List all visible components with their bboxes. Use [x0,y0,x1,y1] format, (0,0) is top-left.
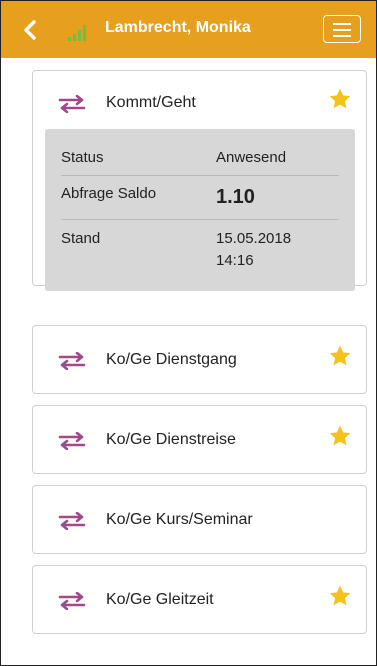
booking-label: Ko/Ge Kurs/Seminar [106,511,253,528]
divider [61,219,339,220]
star-icon[interactable] [328,87,352,111]
chevron-left-icon [24,20,36,40]
swap-arrows-icon [58,352,86,370]
booking-details-panel: Status Anwesend Abfrage Saldo 1.10 Stand… [45,129,355,291]
hamburger-menu-icon [333,23,351,25]
booking-label: Kommt/Geht [106,94,196,111]
star-icon[interactable] [328,424,352,448]
booking-row-kommt-geht[interactable]: Kommt/Geht [33,71,366,133]
booking-card-dienstreise[interactable]: Ko/Ge Dienstreise [32,405,367,474]
booking-card-dienstgang[interactable]: Ko/Ge Dienstgang [32,325,367,394]
divider [61,175,339,176]
detail-value-date: 15.05.2018 [216,230,292,247]
booking-label: Ko/Ge Dienstreise [106,431,236,448]
detail-value: Anwesend [216,149,287,166]
detail-label: Status [61,149,104,166]
booking-label: Ko/Ge Dienstgang [106,351,237,368]
swap-arrows-icon [58,432,86,450]
app-header: Lambrecht, Monika [1,1,376,58]
star-icon[interactable] [328,584,352,608]
menu-button[interactable] [323,15,361,43]
detail-label: Abfrage Saldo [61,185,157,202]
detail-value-time: 14:16 [216,252,254,269]
swap-arrows-icon [58,592,86,610]
booking-card-gleitzeit[interactable]: Ko/Ge Gleitzeit [32,565,367,634]
swap-arrows-icon [58,95,86,113]
detail-label: Stand [61,230,101,247]
booking-card-kurs-seminar[interactable]: Ko/Ge Kurs/Seminar [32,485,367,554]
booking-card-kommt-geht: Kommt/Geht Status Anwesend Abfrage Saldo… [32,70,367,291]
page-title: Lambrecht, Monika [105,19,251,36]
signal-bars-icon [68,25,86,41]
back-button[interactable] [19,18,43,42]
app-frame: Lambrecht, Monika Kommt/Geht Status Anwe… [0,0,377,666]
star-icon[interactable] [328,344,352,368]
swap-arrows-icon [58,512,86,530]
booking-label: Ko/Ge Gleitzeit [106,591,214,608]
detail-value: 1.10 [216,186,255,208]
